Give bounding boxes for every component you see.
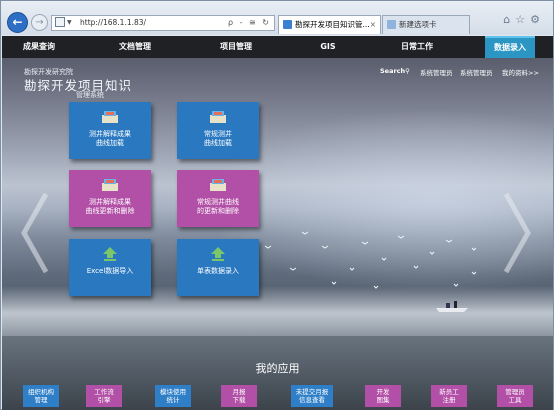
nav-item-results[interactable]: 成果查询 [14,36,64,58]
previous-arrow-icon[interactable] [20,192,50,274]
app-workflow-engine[interactable]: 工作流 引擎 [86,385,122,407]
browser-icons: ⌂☆⚙ [503,13,545,26]
upload-icon [211,247,225,261]
nav-item-daily-work[interactable]: 日常工作 [387,36,447,58]
app-org-management[interactable]: 组织机构 管理 [23,385,59,407]
back-button[interactable]: ← [7,12,28,33]
tile-label: Excel数据导入 [86,267,134,275]
star-icon[interactable]: ☆ [515,13,530,26]
app-unsubmitted-reports[interactable]: 未提交月报 信息查看 [291,385,333,407]
tile-label: 常规测井 曲线加载 [204,130,232,147]
search-icon: ⚲ [405,67,410,75]
tile-conventional-log-update[interactable]: 常规测井曲线 的更新和删除 [177,170,259,227]
favicon-icon [283,20,292,29]
home-icon[interactable]: ⌂ [503,13,515,26]
tile-label: 测井解释成果 曲线更新和删除 [85,198,135,215]
upload-icon [103,247,117,261]
tab-new[interactable]: 新建选项卡 [382,15,470,34]
search-link[interactable]: Search⚲ [380,67,410,75]
address-url[interactable]: http://168.1.1.83/ [80,16,146,30]
app-new-employee-registration[interactable]: 新员工 注册 [431,385,467,407]
browser-toolbar: ← → ▼ http://168.1.1.83/ ρ - ≅ ↻ 勘探开发项目知… [1,1,553,35]
my-apps-title: 我的应用 [255,362,300,375]
tile-conventional-log-load[interactable]: 常规测井 曲线加载 [177,102,259,159]
user-link-1[interactable]: 系统管理员 [420,67,453,77]
tile-single-table-entry[interactable]: 单表数据录入 [177,239,259,296]
books-icon [210,111,226,123]
nav-item-documents[interactable]: 文档管理 [105,36,165,58]
forward-button[interactable]: → [31,14,48,31]
nav-item-gis[interactable]: GIS [308,36,348,58]
books-icon [102,111,118,123]
books-icon [102,179,118,191]
tab-active[interactable]: 勘探开发项目知识管... × [278,15,381,34]
app-development-atlas[interactable]: 开发 图集 [365,385,401,407]
tile-log-interpretation-update[interactable]: 测井解释成果 曲线更新和删除 [69,170,151,227]
app-module-usage-stats[interactable]: 模块使用 统计 [155,385,191,407]
app-monthly-report-download[interactable]: 月报 下载 [221,385,257,407]
gear-icon[interactable]: ⚙ [530,13,545,26]
address-tools[interactable]: ρ - ≅ ↻ [228,16,271,30]
tile-log-interpretation-load[interactable]: 测井解释成果 曲线加载 [69,102,151,159]
tab-label: 新建选项卡 [399,20,437,29]
profile-link[interactable]: 我的资料>> [502,67,539,77]
browser-window: ← → ▼ http://168.1.1.83/ ρ - ≅ ↻ 勘探开发项目知… [0,0,554,410]
tile-label: 测井解释成果 曲线加载 [89,130,131,147]
tile-label: 单表数据录入 [197,267,239,275]
tile-label: 常规测井曲线 的更新和删除 [197,198,239,215]
page-viewport: 成果查询 文档管理 项目管理 GIS 日常工作 数据录入 勘探开发研究院 勘探开… [2,36,553,410]
chevron-down-icon[interactable]: ▼ [67,16,72,30]
brand-subtitle: 管理系统 [76,91,104,99]
books-icon [210,179,226,191]
tab-label: 勘探开发项目知识管... [295,20,370,29]
app-admin-tools[interactable]: 管理员 工具 [497,385,533,407]
top-navigation: 成果查询 文档管理 项目管理 GIS 日常工作 数据录入 [2,36,553,58]
page-icon [55,17,65,27]
boat-image [436,301,468,312]
nav-item-data-entry[interactable]: 数据录入 [485,36,535,58]
tile-excel-import[interactable]: Excel数据导入 [69,239,151,296]
user-link-2[interactable]: 系统管理员 [460,67,493,77]
favicon-icon [387,20,396,29]
address-bar[interactable]: ▼ http://168.1.1.83/ ρ - ≅ ↻ [51,15,275,31]
nav-item-projects[interactable]: 项目管理 [206,36,266,58]
close-icon[interactable]: × [370,16,376,34]
next-arrow-icon[interactable] [502,192,532,274]
